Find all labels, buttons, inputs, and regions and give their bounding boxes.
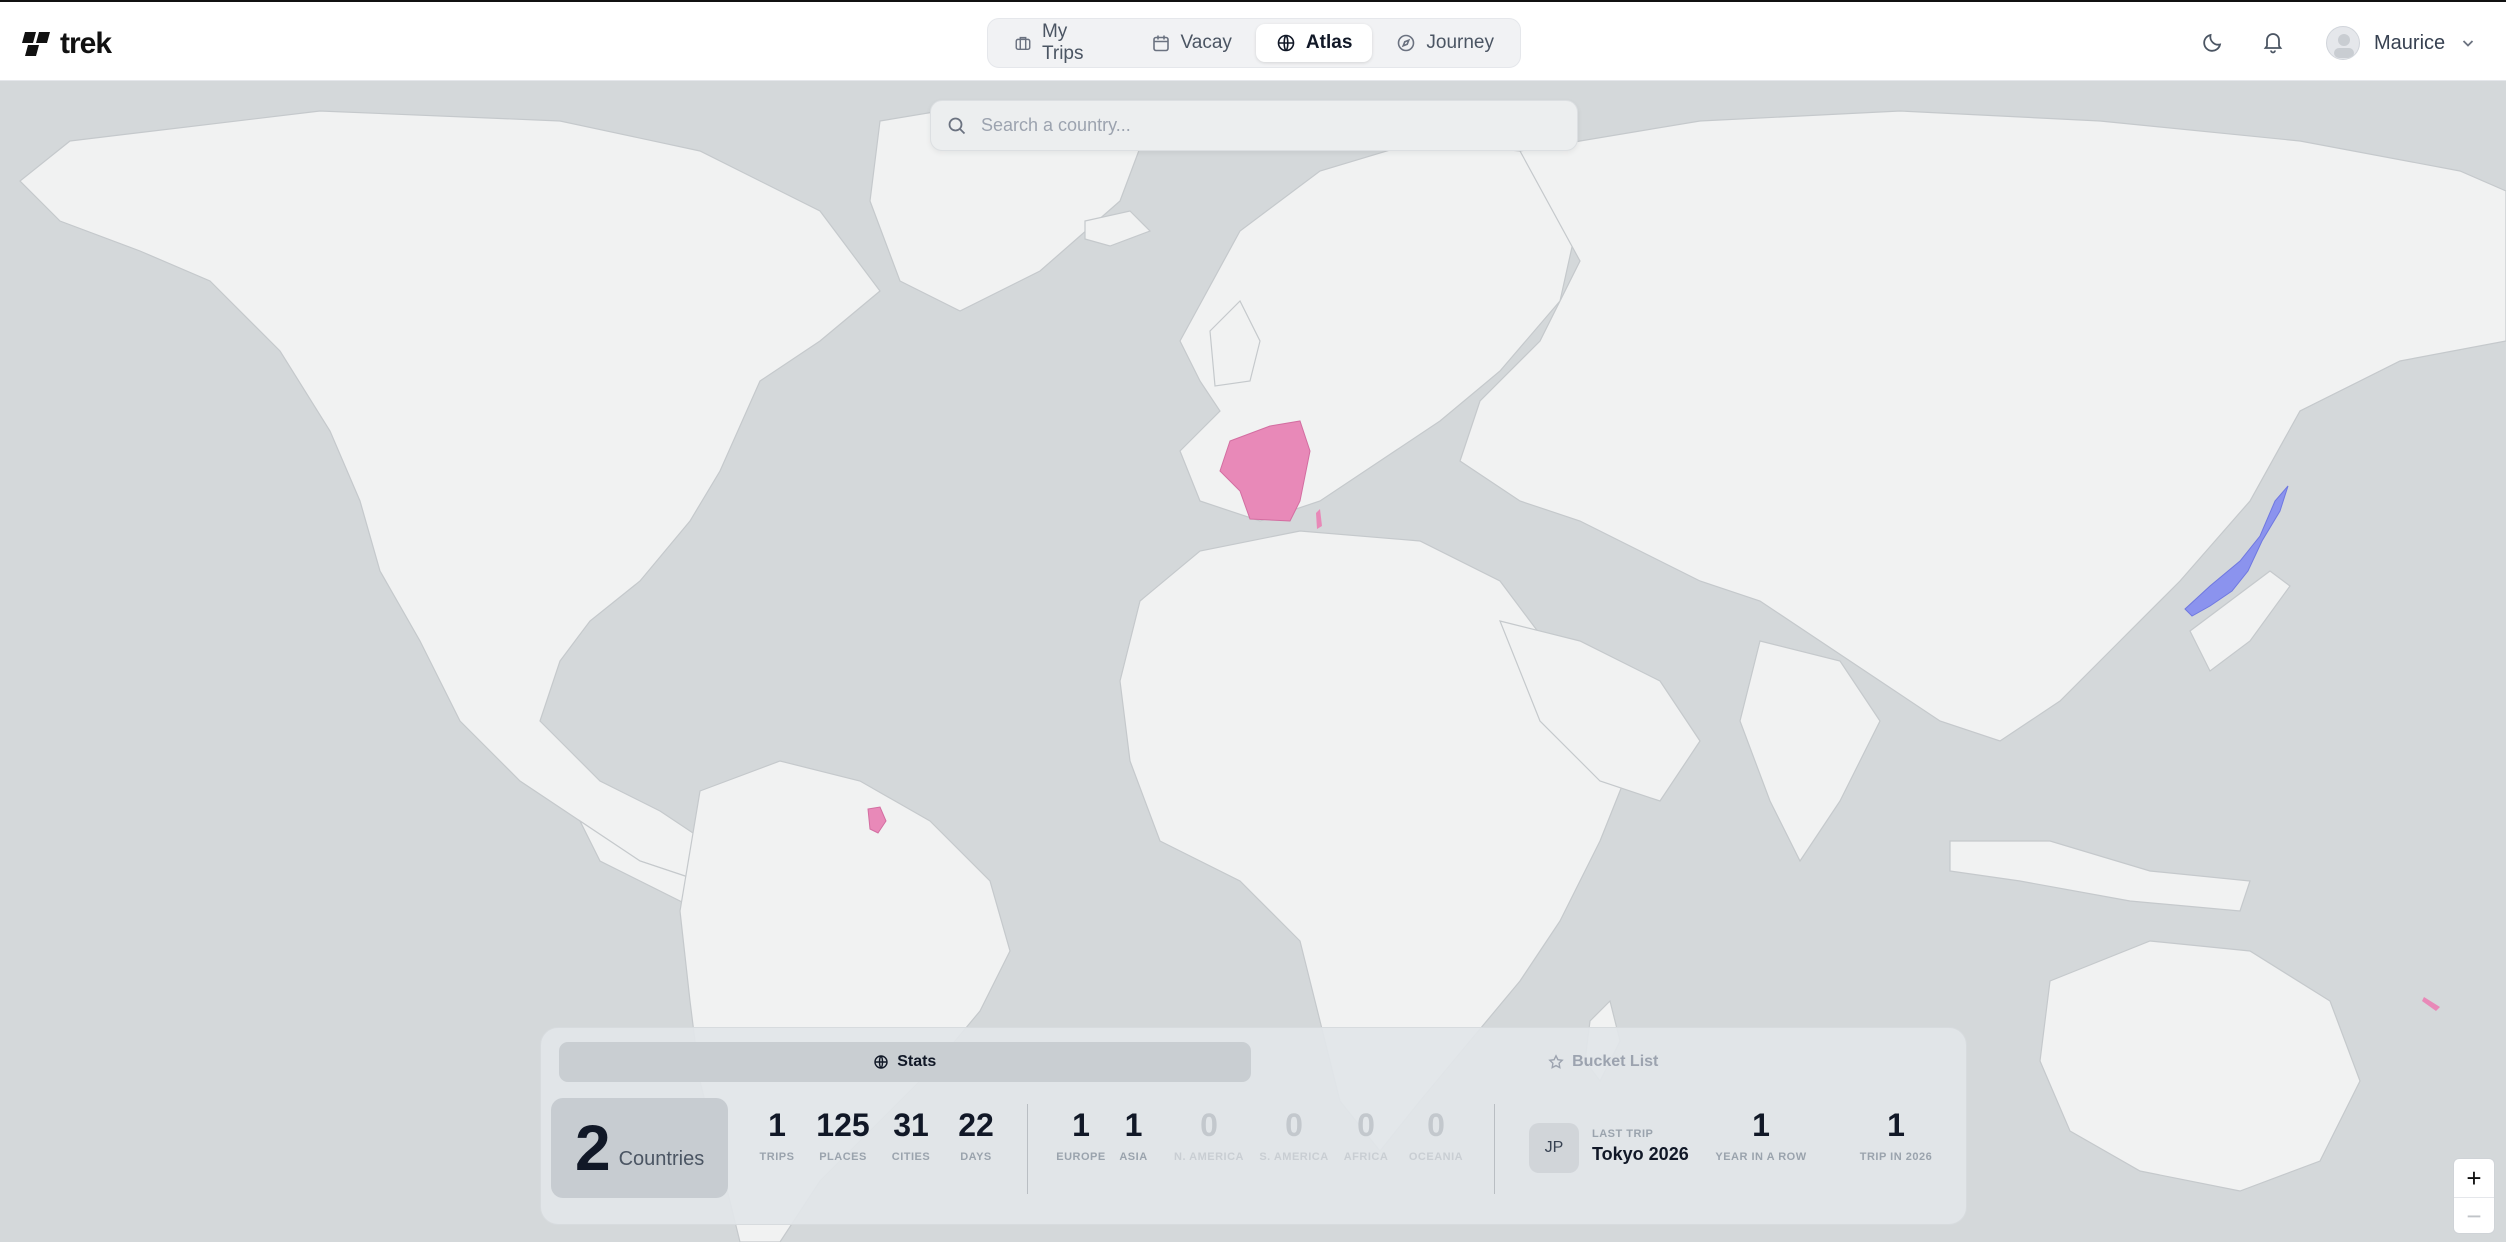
- stat-places-label: PLACES: [819, 1151, 867, 1164]
- stat-trips-label: TRIPS: [759, 1151, 795, 1164]
- last-trip-name: Tokyo 2026: [1592, 1144, 1689, 1164]
- countries-card: 2 Countries: [551, 1098, 728, 1198]
- tab-my-trips-label: My Trips: [1041, 21, 1084, 64]
- stat-trips-value: 1: [768, 1107, 786, 1143]
- logo-icon: [22, 32, 50, 56]
- streak-trips-value: 1: [1887, 1107, 1905, 1143]
- tab-vacay[interactable]: Vacay: [1131, 24, 1252, 62]
- continent-s-america-label: S. AMERICA: [1259, 1151, 1329, 1164]
- continent-s-america-value: 0: [1285, 1107, 1303, 1143]
- calendar-icon: [1152, 35, 1169, 52]
- tab-bucket-list[interactable]: Bucket List: [1258, 1042, 1950, 1082]
- stat-places: 125 PLACES: [808, 1107, 878, 1164]
- streak-trips: 1 TRIP IN 2026: [1846, 1107, 1946, 1164]
- streak-years: 1 YEAR IN A ROW: [1711, 1107, 1811, 1164]
- stat-days-label: DAYS: [960, 1151, 992, 1164]
- tab-bucket-list-label: Bucket List: [1572, 1053, 1659, 1070]
- continent-africa-value: 0: [1357, 1107, 1375, 1143]
- stat-trips: 1 TRIPS: [747, 1107, 807, 1164]
- briefcase-icon: [1015, 36, 1031, 51]
- compass-icon: [1398, 34, 1415, 52]
- stat-cities: 31 CITIES: [881, 1107, 941, 1164]
- continent-oceania: 0 OCEANIA: [1401, 1107, 1471, 1164]
- stat-days-value: 22: [958, 1107, 994, 1143]
- app-name: trek: [60, 27, 112, 60]
- continent-s-america: 0 S. AMERICA: [1254, 1107, 1334, 1164]
- continent-europe: 1 EUROPE: [1051, 1107, 1111, 1164]
- stat-days: 22 DAYS: [946, 1107, 1006, 1164]
- streak-years-value: 1: [1752, 1107, 1770, 1143]
- avatar: [2326, 26, 2360, 60]
- chevron-down-icon: [2463, 40, 2474, 47]
- tab-stats[interactable]: Stats: [559, 1042, 1251, 1082]
- continent-europe-label: EUROPE: [1056, 1151, 1106, 1164]
- tab-atlas[interactable]: Atlas: [1255, 24, 1373, 62]
- continent-africa: 0 AFRICA: [1336, 1107, 1396, 1164]
- continent-oceania-value: 0: [1427, 1107, 1445, 1143]
- zoom-in-button[interactable]: +: [2454, 1159, 2494, 1197]
- globe-icon: [1277, 34, 1295, 52]
- last-trip-label: LAST TRIP: [1592, 1128, 1654, 1140]
- tab-atlas-label: Atlas: [1305, 32, 1353, 53]
- last-trip-badge: JP: [1529, 1123, 1579, 1173]
- countries-label: Countries: [618, 1147, 705, 1170]
- tab-vacay-label: Vacay: [1180, 32, 1232, 53]
- stat-places-value: 125: [816, 1107, 870, 1143]
- stat-cities-value: 31: [893, 1107, 929, 1143]
- search-icon: [948, 117, 966, 134]
- continent-europe-value: 1: [1072, 1107, 1090, 1143]
- streak-trips-label: TRIP IN 2026: [1859, 1151, 1933, 1164]
- countries-count: 2: [575, 1112, 611, 1184]
- continent-n-america: 0 N. AMERICA: [1169, 1107, 1249, 1164]
- continent-africa-label: AFRICA: [1343, 1151, 1389, 1164]
- bell-icon[interactable]: [2260, 29, 2286, 55]
- star-icon: [1548, 1054, 1564, 1069]
- continent-oceania-label: OCEANIA: [1408, 1151, 1464, 1164]
- stats-panel: Stats Bucket List 2 Countries 1 TRIPS 12…: [540, 1027, 1967, 1225]
- globe-icon: [874, 1055, 888, 1069]
- stat-cities-label: CITIES: [891, 1151, 931, 1164]
- user-menu[interactable]: Maurice: [2326, 24, 2477, 62]
- main-nav: My Trips Vacay Atlas Journey: [987, 18, 1521, 68]
- continent-asia-value: 1: [1124, 1107, 1143, 1143]
- search-input[interactable]: [981, 115, 1541, 136]
- top-bar: trek My Trips Vacay Atlas Journey Mauric…: [0, 0, 2506, 81]
- continent-n-america-label: N. AMERICA: [1174, 1151, 1244, 1164]
- tab-stats-label: Stats: [897, 1053, 937, 1070]
- panel-tabs: Stats Bucket List: [559, 1042, 1949, 1082]
- continent-asia: 1 ASIA: [1106, 1107, 1161, 1164]
- divider: [1494, 1104, 1495, 1194]
- divider: [1027, 1104, 1028, 1194]
- continent-asia-label: ASIA: [1119, 1151, 1148, 1164]
- zoom-control: + −: [2453, 1158, 2495, 1234]
- moon-icon[interactable]: [2200, 29, 2226, 55]
- zoom-out-button[interactable]: −: [2454, 1197, 2494, 1233]
- continent-n-america-value: 0: [1200, 1107, 1218, 1143]
- app-logo[interactable]: trek: [22, 26, 112, 62]
- tab-journey-label: Journey: [1426, 32, 1494, 53]
- streak-years-label: YEAR IN A ROW: [1715, 1151, 1807, 1164]
- user-name: Maurice: [2374, 31, 2446, 54]
- country-search[interactable]: [930, 100, 1578, 151]
- tab-journey[interactable]: Journey: [1376, 24, 1514, 62]
- last-trip[interactable]: LAST TRIP Tokyo 2026: [1592, 1128, 1689, 1165]
- tab-my-trips[interactable]: My Trips: [994, 21, 1127, 64]
